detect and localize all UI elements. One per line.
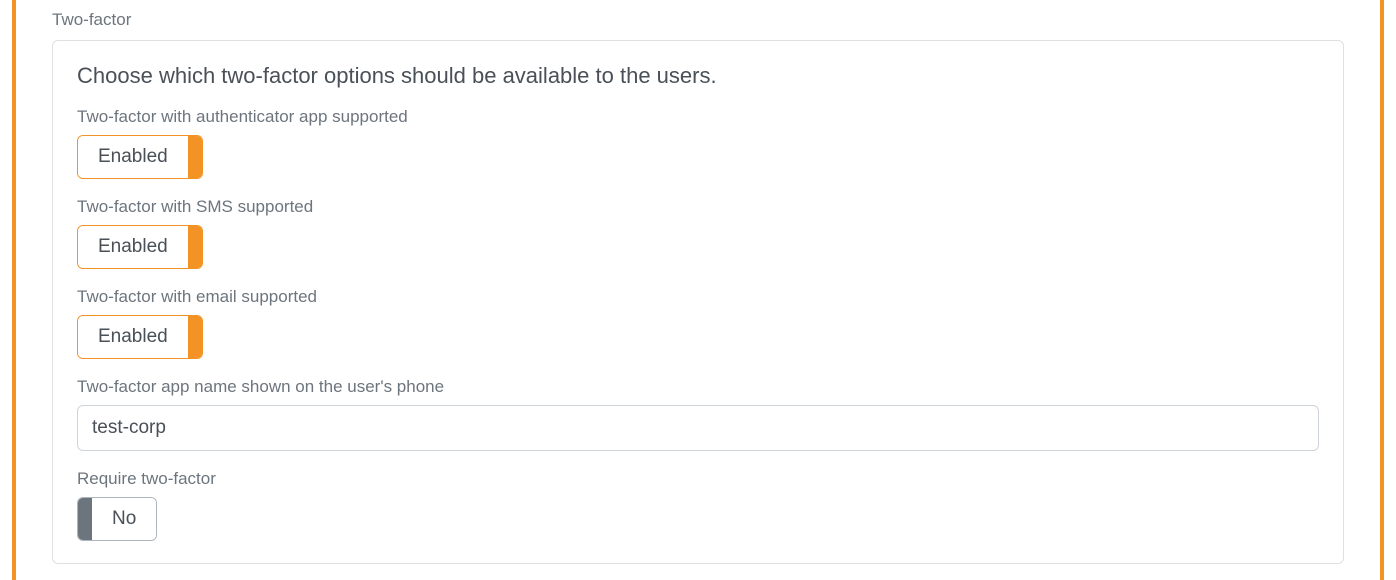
authenticator-app-label: Two-factor with authenticator app suppor… <box>77 107 1319 127</box>
require-two-factor-toggle[interactable]: No <box>77 497 157 541</box>
app-name-label: Two-factor app name shown on the user's … <box>77 377 1319 397</box>
section-label-two-factor: Two-factor <box>52 10 1344 30</box>
require-two-factor-label: Require two-factor <box>77 469 1319 489</box>
sms-label: Two-factor with SMS supported <box>77 197 1319 217</box>
sms-toggle[interactable]: Enabled <box>77 225 203 269</box>
two-factor-panel: Choose which two-factor options should b… <box>52 40 1344 564</box>
email-toggle-value: Enabled <box>78 316 188 358</box>
toggle-handle-icon <box>188 226 202 268</box>
right-rail <box>1380 0 1384 580</box>
two-factor-description: Choose which two-factor options should b… <box>77 63 1319 89</box>
authenticator-app-toggle[interactable]: Enabled <box>77 135 203 179</box>
authenticator-app-toggle-value: Enabled <box>78 136 188 178</box>
toggle-handle-icon <box>188 316 202 358</box>
email-label: Two-factor with email supported <box>77 287 1319 307</box>
toggle-handle-icon <box>78 498 92 540</box>
email-toggle[interactable]: Enabled <box>77 315 203 359</box>
sms-toggle-value: Enabled <box>78 226 188 268</box>
app-name-input[interactable] <box>77 405 1319 451</box>
toggle-handle-icon <box>188 136 202 178</box>
require-two-factor-toggle-value: No <box>92 498 156 540</box>
left-rail <box>12 0 16 580</box>
